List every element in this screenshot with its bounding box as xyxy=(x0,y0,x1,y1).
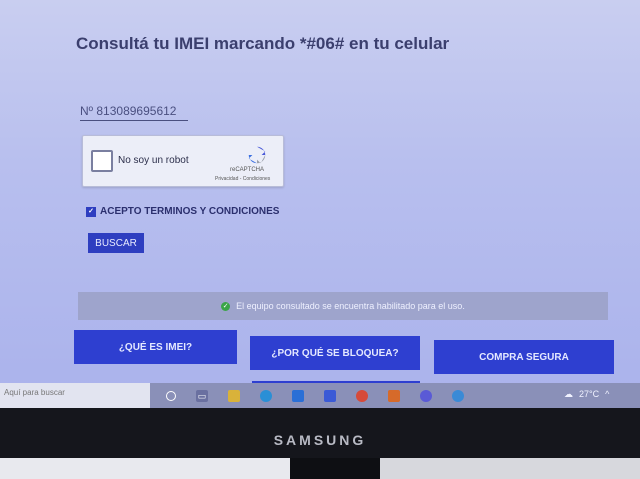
browser-viewport: Consultá tu IMEI marcando *#06# en tu ce… xyxy=(0,0,640,408)
recaptcha-checkbox[interactable] xyxy=(91,150,113,172)
system-tray: ☁ 27°C ^ xyxy=(564,389,609,400)
taskbar-pinned-apps: ▭ xyxy=(156,383,474,408)
taskbar-search-input[interactable]: Aquí para buscar xyxy=(0,383,150,408)
app-icon[interactable] xyxy=(452,389,464,402)
monitor-brand: SAMSUNG xyxy=(273,432,367,448)
recaptcha-logo-icon xyxy=(248,146,266,164)
chevron-up-icon[interactable]: ^ xyxy=(605,389,609,400)
edge-icon[interactable] xyxy=(260,389,272,402)
what-is-imei-button[interactable]: ¿QUÉ ES IMEI? xyxy=(74,330,237,364)
safe-purchase-button[interactable]: COMPRA SEGURA xyxy=(434,340,614,374)
start-icon[interactable] xyxy=(166,390,176,401)
weather-icon[interactable]: ☁ xyxy=(564,389,573,400)
file-explorer-icon[interactable] xyxy=(228,389,240,402)
accept-terms-label: ACEPTO TERMINOS Y CONDICIONES xyxy=(100,206,280,217)
recaptcha-widget: No soy un robot reCAPTCHA Privacidad - C… xyxy=(82,135,284,187)
why-blocked-button[interactable]: ¿POR QUÉ SE BLOQUEA? xyxy=(250,336,420,370)
recaptcha-label: No soy un robot xyxy=(118,155,189,166)
store-icon[interactable] xyxy=(292,389,304,402)
windows-taskbar: Aquí para buscar ▭ ☁ 27°C ^ xyxy=(0,383,640,408)
desk-surface-right xyxy=(380,458,640,479)
search-button[interactable]: BUSCAR xyxy=(88,233,144,253)
teams-icon[interactable] xyxy=(420,389,432,402)
office-icon[interactable] xyxy=(388,389,400,402)
mail-icon[interactable] xyxy=(324,389,336,402)
desk-surface-left xyxy=(0,458,290,479)
status-message: El equipo consultado se encuentra habili… xyxy=(236,301,465,311)
imei-input[interactable]: Nº 813089695612 xyxy=(80,104,188,121)
task-view-icon[interactable]: ▭ xyxy=(196,389,208,402)
accept-terms[interactable]: ✓ ACEPTO TERMINOS Y CONDICIONES xyxy=(86,206,279,217)
accept-terms-checkbox[interactable]: ✓ xyxy=(86,206,96,217)
page-title: Consultá tu IMEI marcando *#06# en tu ce… xyxy=(76,34,450,53)
temperature-label: 27°C xyxy=(579,389,600,399)
recaptcha-terms-link[interactable]: Privacidad - Condiciones xyxy=(215,176,270,182)
status-message-bar: ✓ El equipo consultado se encuentra habi… xyxy=(78,292,608,320)
monitor-stand xyxy=(290,458,380,479)
recaptcha-brand: reCAPTCHA xyxy=(230,167,265,173)
check-circle-icon: ✓ xyxy=(221,301,231,311)
chrome-icon[interactable] xyxy=(356,389,368,402)
